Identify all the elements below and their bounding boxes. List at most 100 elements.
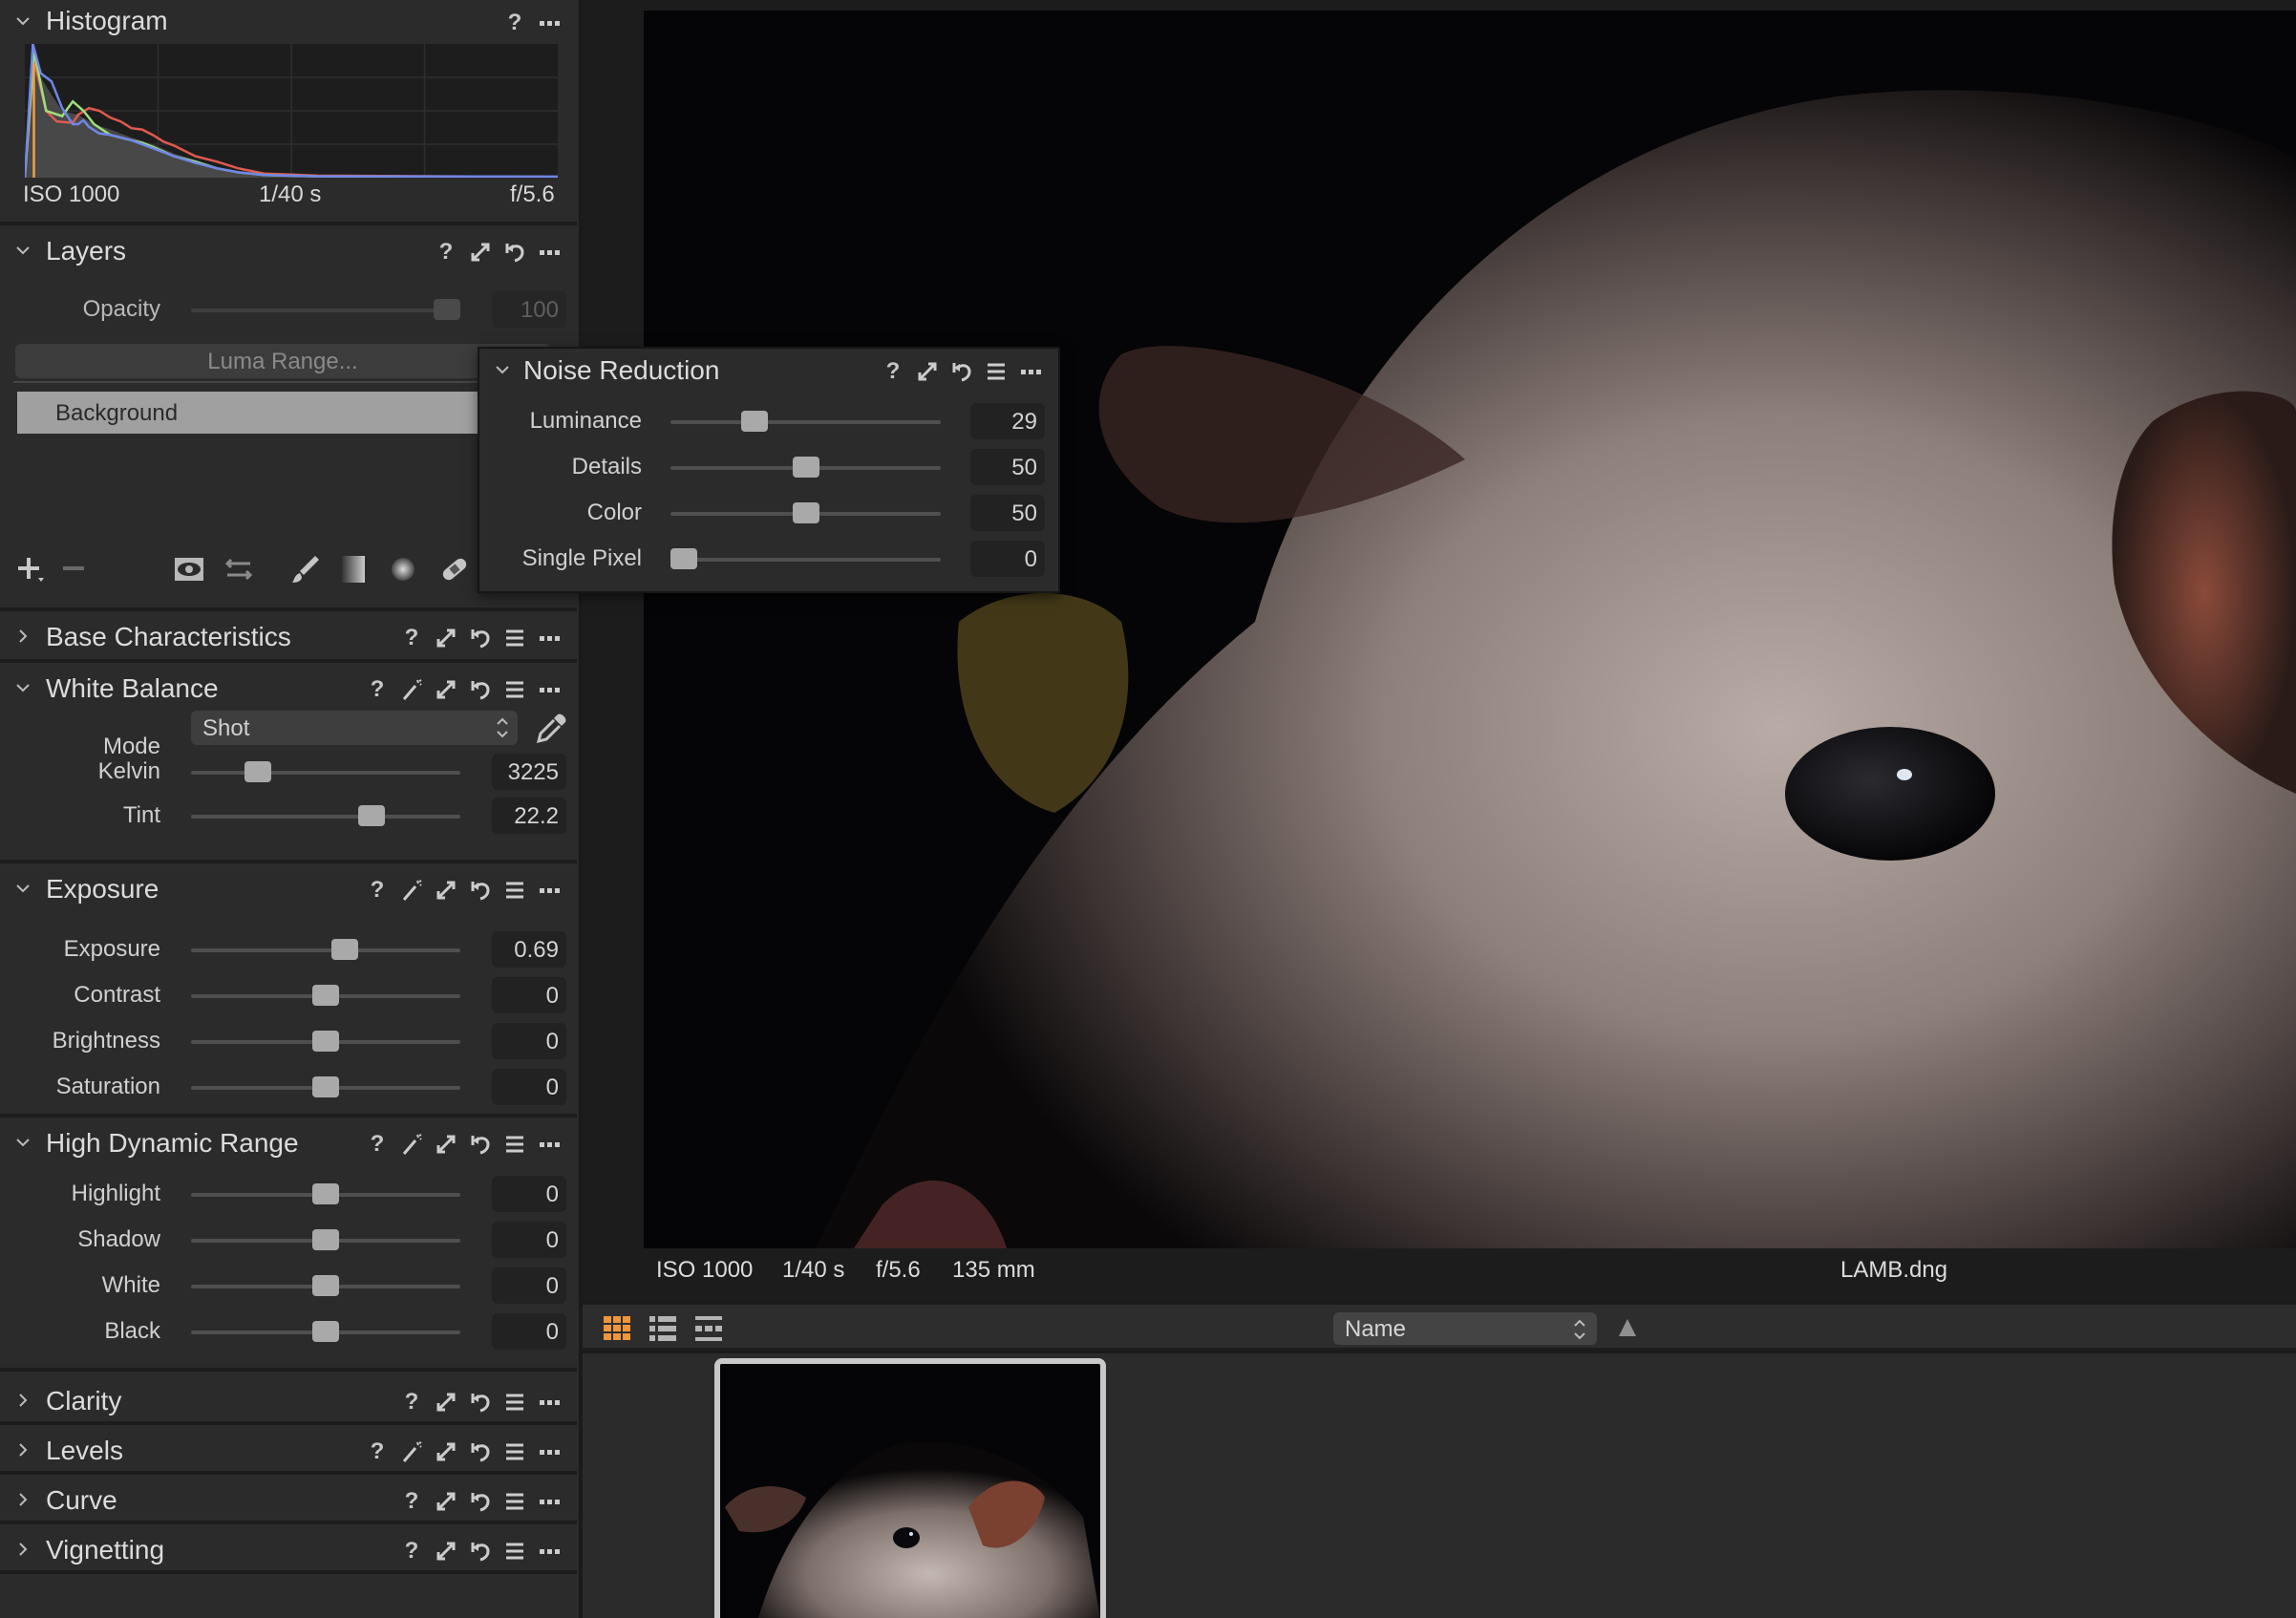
help-icon[interactable]: ?: [365, 676, 390, 702]
wb-mode-select[interactable]: Shot: [191, 711, 518, 745]
list-view-icon[interactable]: [649, 1315, 676, 1342]
clarity-header[interactable]: Clarity ?: [0, 1379, 577, 1425]
auto-wand-icon[interactable]: [399, 1132, 424, 1157]
presets-icon[interactable]: [502, 1132, 527, 1157]
chevron-down-icon[interactable]: [13, 1133, 32, 1152]
shadow-slider[interactable]: [191, 1229, 460, 1250]
kelvin-slider-thumb[interactable]: [244, 761, 271, 782]
add-layer-icon[interactable]: [15, 552, 50, 586]
reset-icon[interactable]: [468, 1539, 493, 1564]
saturation-value-field[interactable]: 0: [492, 1069, 566, 1105]
vignetting-header[interactable]: Vignetting ?: [0, 1528, 577, 1574]
presets-icon[interactable]: [502, 1539, 527, 1564]
black-slider[interactable]: [191, 1321, 460, 1342]
radial-mask-icon[interactable]: [386, 552, 420, 586]
remove-layer-icon[interactable]: [59, 552, 94, 586]
help-icon[interactable]: ?: [365, 877, 390, 903]
histogram-header[interactable]: Histogram ?: [0, 0, 577, 46]
reset-icon[interactable]: [468, 677, 493, 702]
reset-icon[interactable]: [949, 359, 974, 384]
more-icon[interactable]: [537, 240, 562, 265]
exposure-header[interactable]: Exposure ?: [0, 867, 577, 913]
kelvin-slider[interactable]: [191, 761, 460, 782]
gradient-mask-icon[interactable]: [336, 552, 371, 586]
viewer-image[interactable]: [644, 11, 2296, 1248]
opacity-value-field[interactable]: 100: [492, 291, 566, 328]
grid-view-icon[interactable]: [604, 1315, 630, 1342]
color-value-field[interactable]: 50: [970, 495, 1045, 531]
chevron-down-icon[interactable]: [13, 241, 32, 260]
saturation-slider-thumb[interactable]: [312, 1076, 339, 1097]
chevron-right-icon[interactable]: [13, 1440, 32, 1459]
more-icon[interactable]: [537, 1439, 562, 1464]
heal-icon[interactable]: [437, 552, 472, 586]
luminance-value-field[interactable]: 29: [970, 403, 1045, 439]
reset-icon[interactable]: [468, 1439, 493, 1464]
presets-icon[interactable]: [502, 1390, 527, 1415]
tint-value-field[interactable]: 22.2: [492, 798, 566, 834]
single-pixel-value-field[interactable]: 0: [970, 541, 1045, 577]
help-icon[interactable]: ?: [502, 10, 527, 35]
white-slider[interactable]: [191, 1275, 460, 1296]
more-icon[interactable]: [1018, 359, 1043, 384]
single-pixel-slider-thumb[interactable]: [670, 548, 697, 569]
chevron-down-icon[interactable]: [493, 360, 512, 379]
presets-icon[interactable]: [984, 359, 1009, 384]
exposure-slider-thumb[interactable]: [331, 939, 359, 960]
reset-icon[interactable]: [502, 240, 527, 265]
contrast-slider-thumb[interactable]: [312, 985, 339, 1006]
auto-wand-icon[interactable]: [399, 677, 424, 702]
expand-icon[interactable]: [434, 878, 458, 903]
chevron-down-icon[interactable]: [13, 678, 32, 697]
help-icon[interactable]: ?: [399, 1538, 424, 1564]
help-icon[interactable]: ?: [365, 1438, 390, 1464]
help-icon[interactable]: ?: [434, 239, 458, 265]
more-icon[interactable]: [537, 1489, 562, 1514]
help-icon[interactable]: ?: [399, 625, 424, 650]
expand-icon[interactable]: [434, 1390, 458, 1415]
reset-icon[interactable]: [468, 1489, 493, 1514]
adjust-icon[interactable]: [222, 552, 256, 586]
presets-icon[interactable]: [502, 1439, 527, 1464]
opacity-slider[interactable]: [191, 299, 460, 320]
saturation-slider[interactable]: [191, 1076, 460, 1097]
more-icon[interactable]: [537, 1390, 562, 1415]
chevron-down-icon[interactable]: [13, 11, 32, 31]
help-icon[interactable]: ?: [365, 1131, 390, 1157]
eye-icon[interactable]: [172, 552, 206, 586]
luma-range-button[interactable]: Luma Range...: [15, 344, 550, 378]
opacity-slider-thumb[interactable]: [434, 299, 460, 320]
expand-icon[interactable]: [434, 626, 458, 650]
levels-header[interactable]: Levels ?: [0, 1429, 577, 1475]
kelvin-value-field[interactable]: 3225: [492, 754, 566, 790]
more-icon[interactable]: [537, 878, 562, 903]
expand-icon[interactable]: [434, 1439, 458, 1464]
reset-icon[interactable]: [468, 626, 493, 650]
sort-by-select[interactable]: Name: [1333, 1312, 1597, 1345]
more-icon[interactable]: [537, 1132, 562, 1157]
more-icon[interactable]: [537, 677, 562, 702]
details-value-field[interactable]: 50: [970, 449, 1045, 485]
tint-slider[interactable]: [191, 805, 460, 826]
brightness-value-field[interactable]: 0: [492, 1023, 566, 1059]
presets-icon[interactable]: [502, 626, 527, 650]
color-slider-thumb[interactable]: [792, 502, 819, 523]
more-icon[interactable]: [537, 626, 562, 650]
highlight-slider-thumb[interactable]: [312, 1183, 339, 1204]
expand-icon[interactable]: [434, 1489, 458, 1514]
exposure-value-field[interactable]: 0.69: [492, 931, 566, 968]
color-slider[interactable]: [670, 502, 941, 523]
chevron-right-icon[interactable]: [13, 1540, 32, 1559]
brightness-slider[interactable]: [191, 1031, 460, 1052]
highlight-value-field[interactable]: 0: [492, 1176, 566, 1212]
presets-icon[interactable]: [502, 878, 527, 903]
eyedropper-icon[interactable]: [535, 711, 569, 745]
presets-icon[interactable]: [502, 1489, 527, 1514]
layer-item-background[interactable]: Background: [17, 392, 552, 434]
brightness-slider-thumb[interactable]: [312, 1031, 339, 1052]
details-slider-thumb[interactable]: [792, 457, 819, 478]
reset-icon[interactable]: [468, 878, 493, 903]
more-icon[interactable]: [537, 11, 562, 35]
reset-icon[interactable]: [468, 1132, 493, 1157]
highlight-slider[interactable]: [191, 1183, 460, 1204]
